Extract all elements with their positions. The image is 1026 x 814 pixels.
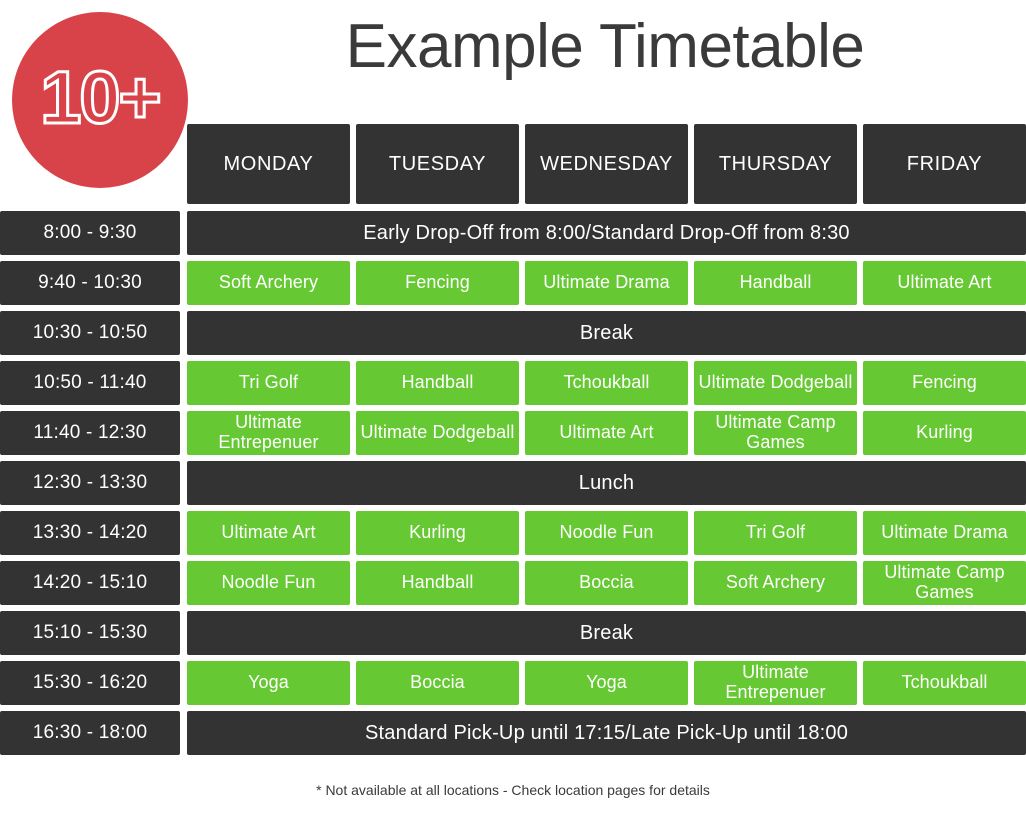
activity-cell[interactable]: Tri Golf <box>187 361 350 405</box>
activity-cell[interactable]: Boccia <box>356 661 519 705</box>
header-time-spacer <box>0 124 180 204</box>
day-header-cells: MONDAY TUESDAY WEDNESDAY THURSDAY FRIDAY <box>187 124 1026 204</box>
activity-cell[interactable]: Ultimate Drama <box>863 511 1026 555</box>
time-slot-label: 8:00 - 9:30 <box>0 211 180 255</box>
timetable-row: 10:50 - 11:40 Tri Golf Handball Tchoukball U… <box>0 361 1026 405</box>
activity-cell[interactable]: Noodle Fun <box>525 511 688 555</box>
timetable-row: 11:40 - 12:30 Ultimate Entrepenuer Ultimat… <box>0 411 1026 455</box>
time-slot-label: 15:10 - 15:30 <box>0 611 180 655</box>
day-header-friday: FRIDAY <box>863 124 1026 204</box>
activity-cells: Tri Golf Handball Tchoukball Ultimate Dodge… <box>187 361 1026 405</box>
time-slot-label: 16:30 - 18:00 <box>0 711 180 755</box>
time-slot-label: 12:30 - 13:30 <box>0 461 180 505</box>
activity-cell[interactable]: Ultimate Art <box>525 411 688 455</box>
day-header-thursday: THURSDAY <box>694 124 857 204</box>
schedule-banner-cell: Lunch <box>187 461 1026 505</box>
schedule-banner-cell: Early Drop-Off from 8:00/Standard Drop-O… <box>187 211 1026 255</box>
time-slot-label: 14:20 - 15:10 <box>0 561 180 605</box>
activity-cell[interactable]: Yoga <box>525 661 688 705</box>
timetable-row: 9:40 - 10:30 Soft Archery Fencing Ultimate … <box>0 261 1026 305</box>
schedule-banner-cell: Break <box>187 311 1026 355</box>
activity-cell[interactable]: Yoga <box>187 661 350 705</box>
day-header-monday: MONDAY <box>187 124 350 204</box>
activity-cell[interactable]: Ultimate Camp Games <box>694 411 857 455</box>
activity-cell[interactable]: Noodle Fun <box>187 561 350 605</box>
activity-cell[interactable]: Kurling <box>356 511 519 555</box>
activity-cell[interactable]: Ultimate Drama <box>525 261 688 305</box>
activity-cell[interactable]: Ultimate Art <box>187 511 350 555</box>
timetable-grid: MONDAY TUESDAY WEDNESDAY THURSDAY FRIDAY 8:0… <box>0 124 1026 761</box>
timetable-row: 8:00 - 9:30 Early Drop-Off from 8:00/Stan… <box>0 211 1026 255</box>
time-slot-label: 11:40 - 12:30 <box>0 411 180 455</box>
activity-cell[interactable]: Handball <box>356 561 519 605</box>
timetable-body: 8:00 - 9:30 Early Drop-Off from 8:00/Stan… <box>0 211 1026 755</box>
activity-cell[interactable]: Soft Archery <box>694 561 857 605</box>
activity-cell[interactable]: Ultimate Camp Games <box>863 561 1026 605</box>
page-title: Example Timetable <box>345 12 865 81</box>
timetable-row: 13:30 - 14:20 Ultimate Art Kurling Noodle F… <box>0 511 1026 555</box>
activity-cells: Ultimate Entrepenuer Ultimate Dodgeball Ul… <box>187 411 1026 455</box>
activity-cells: Yoga Boccia Yoga Ultimate Entrepenuer Tchouk… <box>187 661 1026 705</box>
day-header-wednesday: WEDNESDAY <box>525 124 688 204</box>
activity-cell[interactable]: Tchoukball <box>863 661 1026 705</box>
activity-cell[interactable]: Ultimate Entrepenuer <box>694 661 857 705</box>
time-slot-label: 9:40 - 10:30 <box>0 261 180 305</box>
activity-cell[interactable]: Handball <box>694 261 857 305</box>
timetable-row: 15:30 - 16:20 Yoga Boccia Yoga Ultimate Entr… <box>0 661 1026 705</box>
timetable-row: 12:30 - 13:30 Lunch <box>0 461 1026 505</box>
activity-cell[interactable]: Kurling <box>863 411 1026 455</box>
timetable-header-row: MONDAY TUESDAY WEDNESDAY THURSDAY FRIDAY <box>0 124 1026 204</box>
activity-cells: Noodle Fun Handball Boccia Soft Archery Ulti… <box>187 561 1026 605</box>
schedule-banner-cell: Break <box>187 611 1026 655</box>
footnote: * Not available at all locations - Check… <box>316 782 710 798</box>
activity-cell[interactable]: Ultimate Entrepenuer <box>187 411 350 455</box>
timetable-row: 16:30 - 18:00 Standard Pick-Up until 17:1… <box>0 711 1026 755</box>
activity-cells: Soft Archery Fencing Ultimate Drama Handbal… <box>187 261 1026 305</box>
activity-cell[interactable]: Ultimate Art <box>863 261 1026 305</box>
timetable-row: 15:10 - 15:30 Break <box>0 611 1026 655</box>
activity-cell[interactable]: Boccia <box>525 561 688 605</box>
schedule-banner-cell: Standard Pick-Up until 17:15/Late Pick-U… <box>187 711 1026 755</box>
day-header-tuesday: TUESDAY <box>356 124 519 204</box>
activity-cell[interactable]: Soft Archery <box>187 261 350 305</box>
time-slot-label: 10:50 - 11:40 <box>0 361 180 405</box>
activity-cell[interactable]: Fencing <box>863 361 1026 405</box>
activity-cell[interactable]: Handball <box>356 361 519 405</box>
timetable-row: 10:30 - 10:50 Break <box>0 311 1026 355</box>
activity-cell[interactable]: Tri Golf <box>694 511 857 555</box>
activity-cell[interactable]: Ultimate Dodgeball <box>694 361 857 405</box>
activity-cell[interactable]: Tchoukball <box>525 361 688 405</box>
timetable-row: 14:20 - 15:10 Noodle Fun Handball Boccia Sof… <box>0 561 1026 605</box>
activity-cell[interactable]: Ultimate Dodgeball <box>356 411 519 455</box>
activity-cells: Ultimate Art Kurling Noodle Fun Tri Golf Ult… <box>187 511 1026 555</box>
time-slot-label: 15:30 - 16:20 <box>0 661 180 705</box>
time-slot-label: 10:30 - 10:50 <box>0 311 180 355</box>
time-slot-label: 13:30 - 14:20 <box>0 511 180 555</box>
activity-cell[interactable]: Fencing <box>356 261 519 305</box>
